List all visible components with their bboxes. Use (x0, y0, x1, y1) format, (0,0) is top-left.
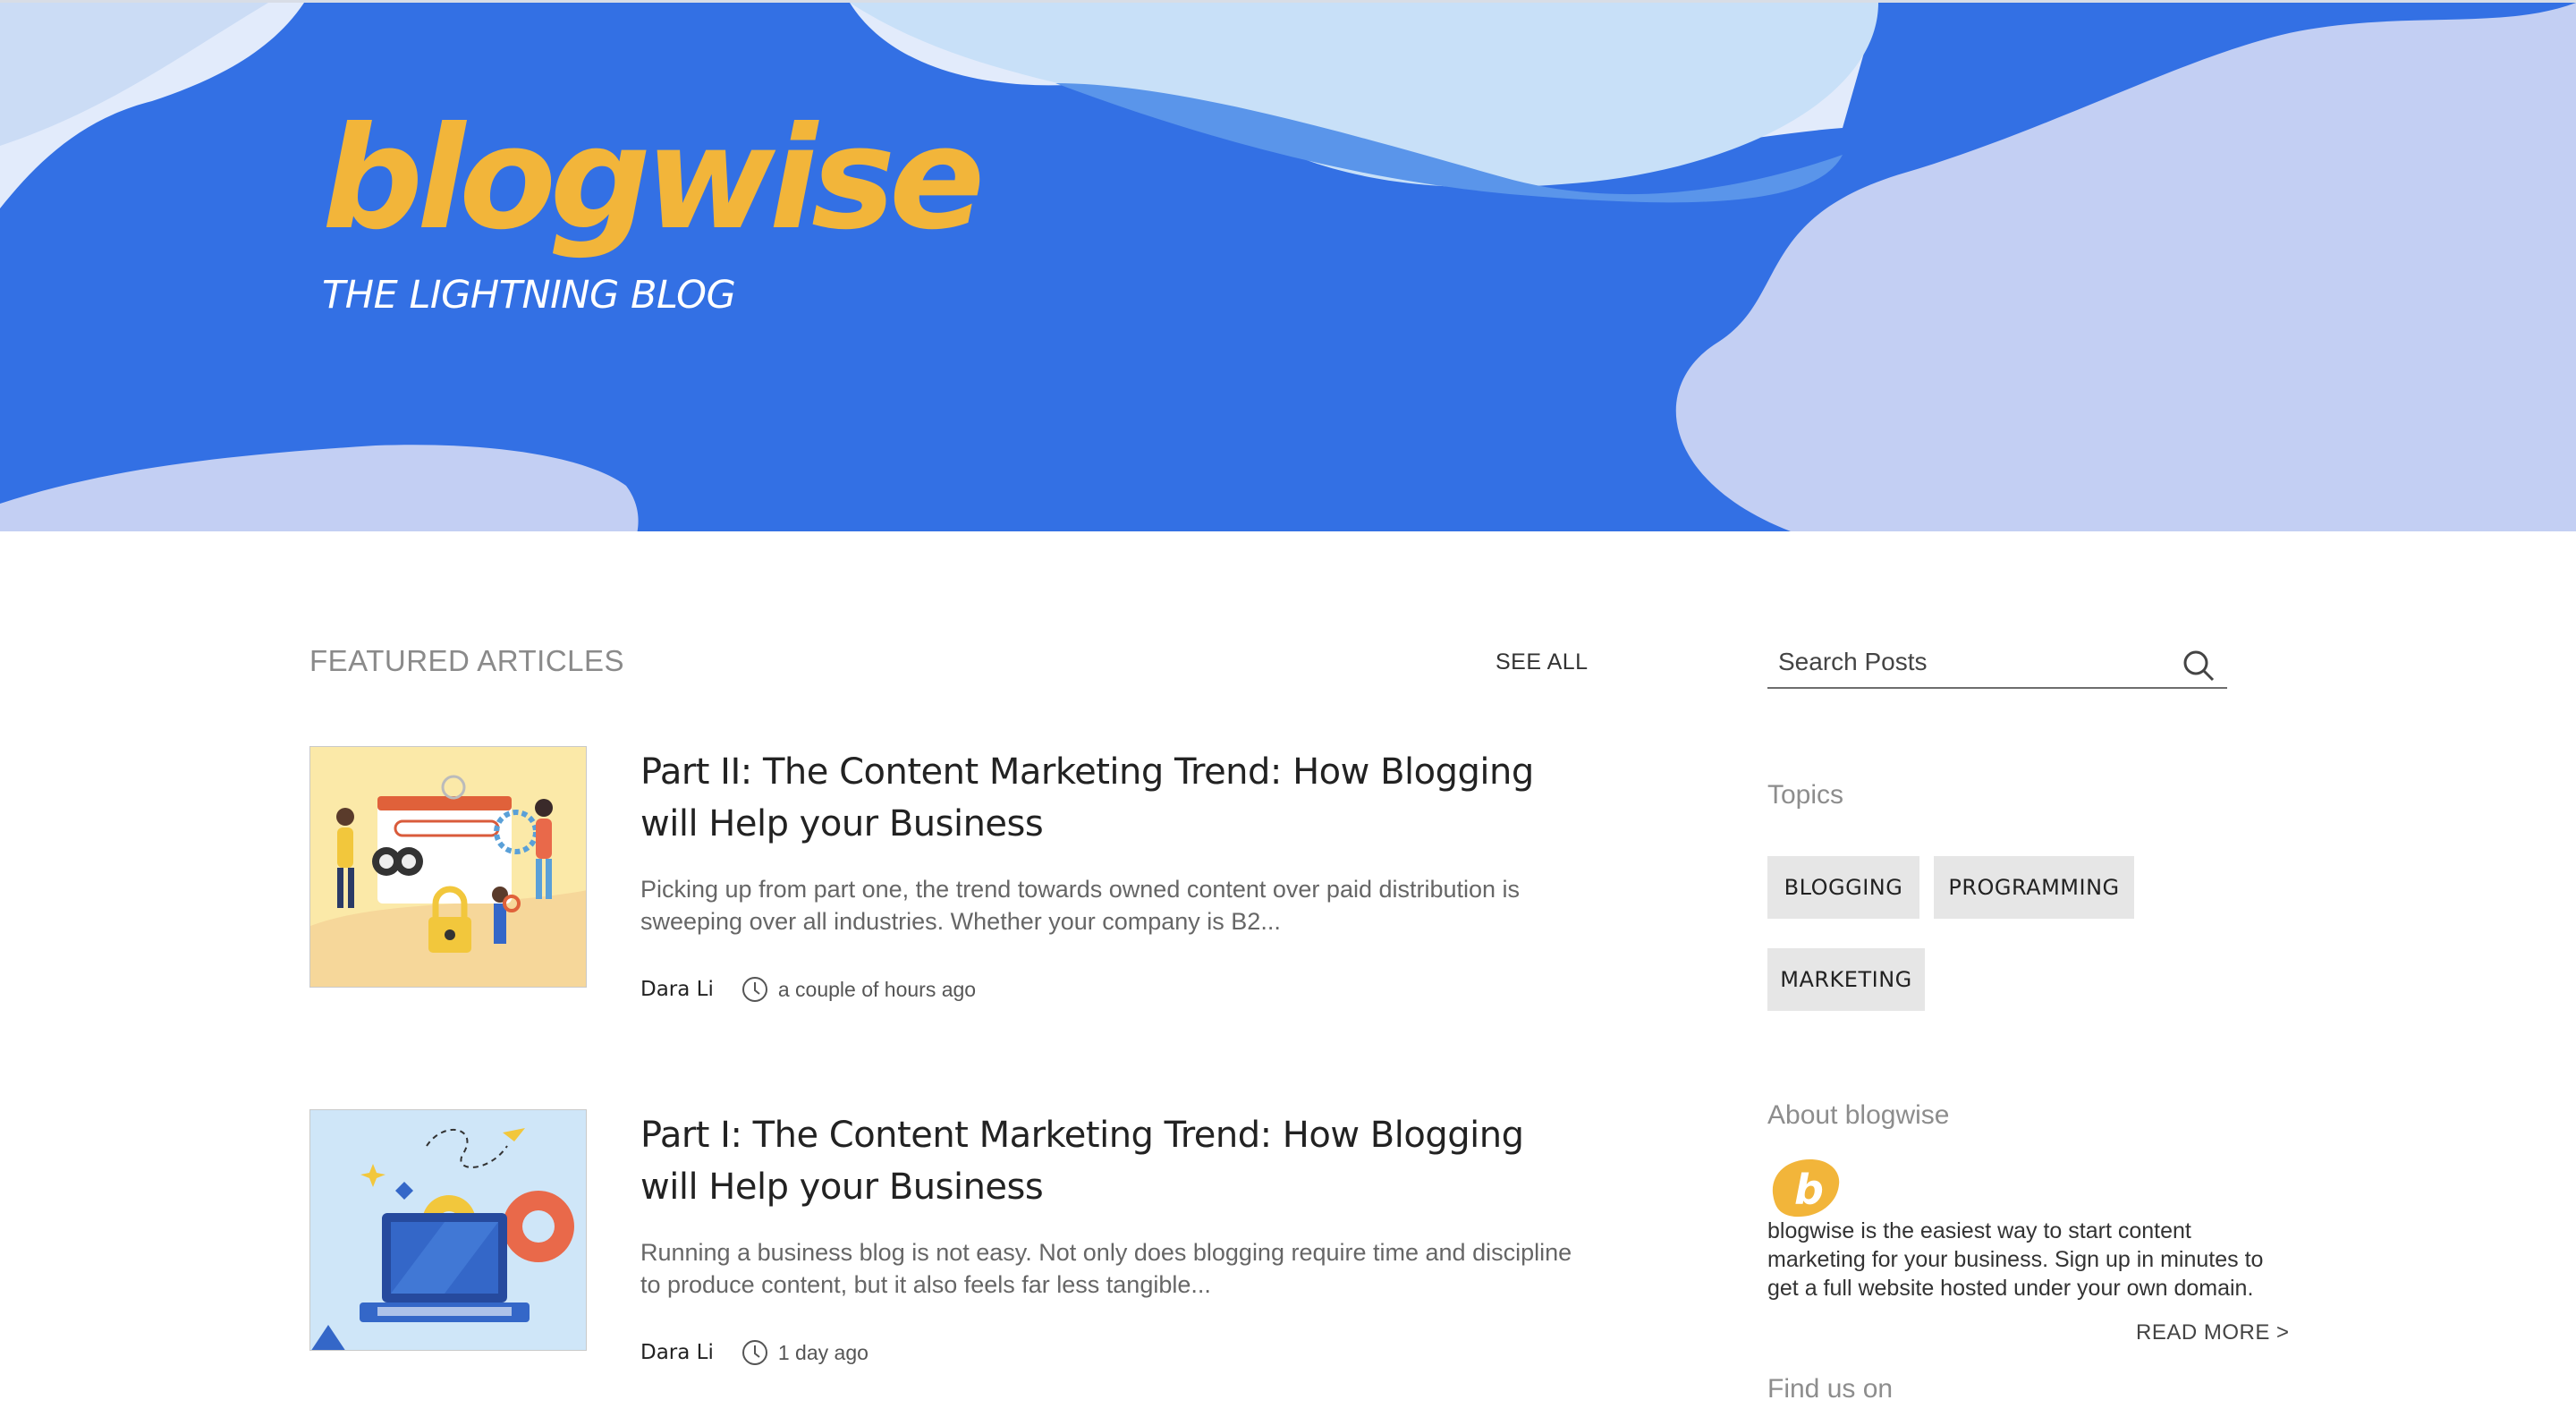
article-thumbnail[interactable] (309, 746, 587, 988)
topic-tag-blogging[interactable]: BLOGGING (1767, 856, 1919, 919)
brand[interactable]: blogwise THE LIGHTNING BLOG (322, 108, 985, 318)
find-us-heading: Find us on (1767, 1374, 1894, 1404)
blogwise-logo-icon: b (1772, 1159, 1840, 1218)
featured-articles-heading: FEATURED ARTICLES (309, 644, 625, 677)
article-author[interactable]: Dara Li (640, 1341, 714, 1364)
read-more-link[interactable]: READ MORE > (2136, 1320, 2290, 1345)
topics-heading: Topics (1767, 780, 1844, 810)
laptop-illustration (310, 1110, 586, 1350)
about-heading: About blogwise (1767, 1100, 1950, 1130)
search-illustration (310, 747, 586, 987)
topic-tag-marketing[interactable]: MARKETING (1767, 948, 1925, 1011)
search-icon[interactable] (2181, 648, 2216, 683)
about-text: blogwise is the easiest way to start con… (1767, 1218, 2264, 1301)
article-meta: Dara Li a couple of hours ago (640, 975, 976, 1004)
article-excerpt: Picking up from part one, the trend towa… (640, 876, 1521, 935)
article-meta: Dara Li 1 day ago (640, 1338, 869, 1367)
article-thumbnail[interactable] (309, 1109, 587, 1351)
clock-icon (741, 1340, 767, 1365)
hero-banner: blogwise THE LIGHTNING BLOG (0, 0, 2576, 531)
search-bar (1767, 641, 2227, 689)
blogwise-logo[interactable]: blogwise (322, 108, 985, 250)
article-title[interactable]: Part I: The Content Marketing Trend: How… (640, 1109, 1589, 1213)
article-excerpt: Running a business blog is not easy. Not… (640, 1239, 1572, 1298)
topic-tag-programming[interactable]: PROGRAMMING (1934, 856, 2134, 919)
clock-icon (741, 977, 767, 1002)
see-all-link[interactable]: SEE ALL (1496, 649, 1589, 675)
article-author[interactable]: Dara Li (640, 978, 714, 1001)
article-time: 1 day ago (777, 1340, 869, 1364)
article-card[interactable]: Part I: The Content Marketing Trend: How… (309, 1109, 1580, 1369)
article-card[interactable]: Part II: The Content Marketing Trend: Ho… (309, 746, 1580, 1005)
search-input[interactable] (1778, 641, 2163, 683)
article-title[interactable]: Part II: The Content Marketing Trend: Ho… (640, 746, 1589, 850)
tagline: THE LIGHTNING BLOG (322, 273, 736, 318)
svg-text:b: b (1794, 1166, 1824, 1214)
article-time: a couple of hours ago (777, 977, 977, 1001)
